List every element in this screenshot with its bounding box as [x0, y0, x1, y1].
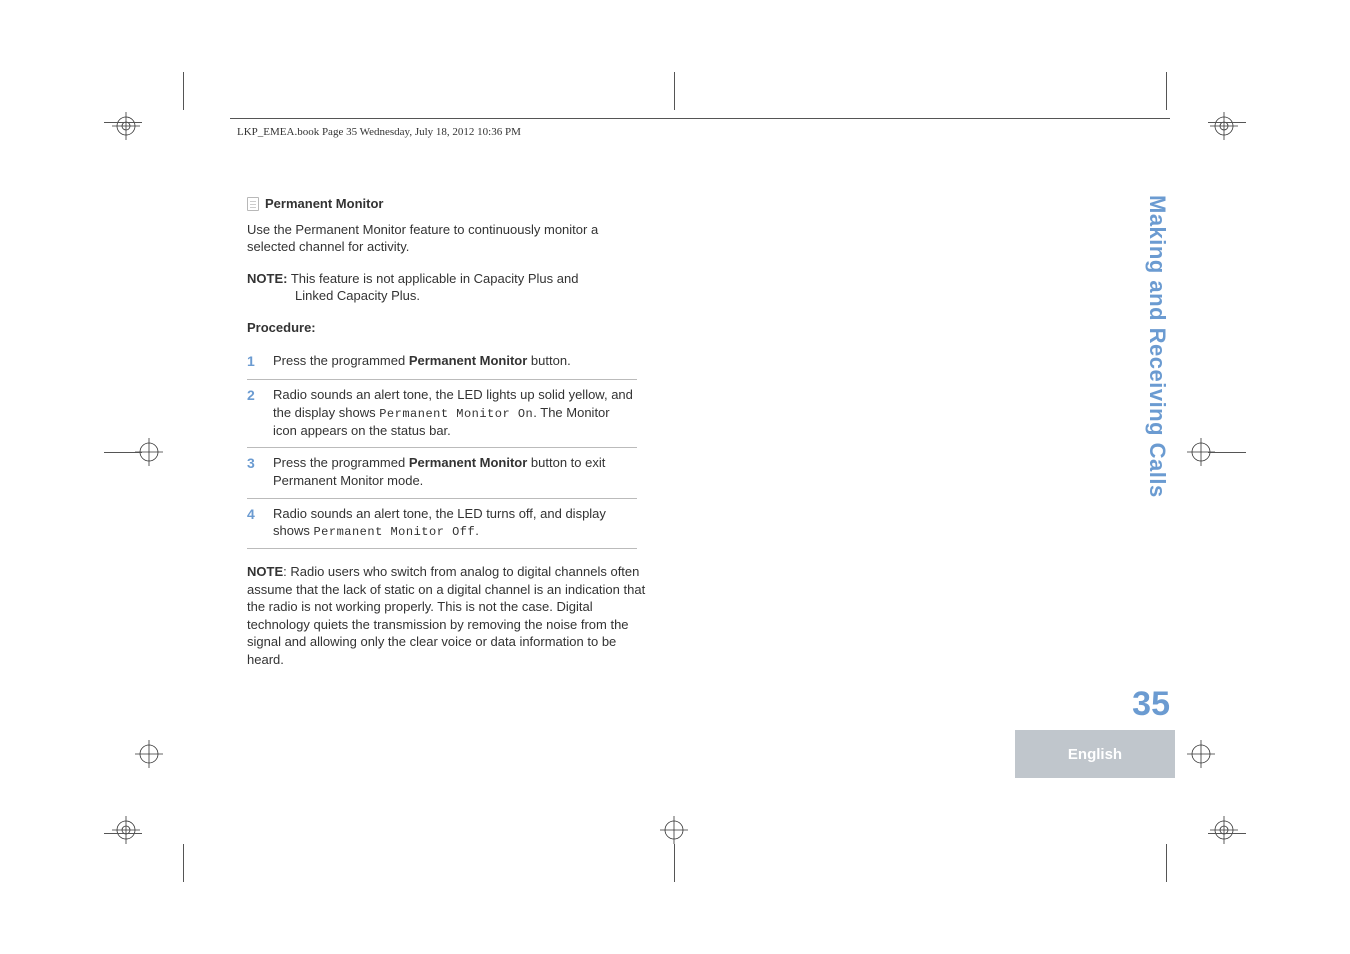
- registration-mark-icon: [1210, 816, 1238, 844]
- registration-mark-icon: [135, 740, 163, 768]
- section-title-row: Permanent Monitor: [247, 195, 647, 213]
- step-number: 2: [247, 386, 259, 439]
- registration-mark-icon: [1210, 112, 1238, 140]
- step-bold: Permanent Monitor: [409, 455, 527, 470]
- main-content: Permanent Monitor Use the Permanent Moni…: [247, 195, 647, 669]
- step-text: Press the programmed: [273, 353, 409, 368]
- step-bold: Permanent Monitor: [409, 353, 527, 368]
- note-block: NOTE: This feature is not applicable in …: [247, 270, 647, 305]
- crop-mark: [1208, 452, 1246, 453]
- crop-mark: [1166, 844, 1167, 882]
- section-title: Permanent Monitor: [265, 195, 383, 213]
- after-note-label: NOTE: [247, 564, 283, 579]
- step-body: Press the programmed Permanent Monitor b…: [273, 352, 637, 371]
- note-text-line2: Linked Capacity Plus.: [295, 287, 647, 305]
- crop-mark: [104, 122, 142, 123]
- step-body: Radio sounds an alert tone, the LED turn…: [273, 505, 637, 541]
- step-body: Radio sounds an alert tone, the LED ligh…: [273, 386, 637, 439]
- step-body: Press the programmed Permanent Monitor b…: [273, 454, 637, 489]
- registration-mark-icon: [1187, 740, 1215, 768]
- crop-mark: [104, 452, 142, 453]
- running-head: LKP_EMEA.book Page 35 Wednesday, July 18…: [237, 126, 521, 138]
- document-icon: [247, 197, 259, 211]
- registration-mark-icon: [660, 816, 688, 844]
- crop-mark: [674, 844, 675, 882]
- step-number: 4: [247, 505, 259, 541]
- after-note-text: : Radio users who switch from analog to …: [247, 564, 645, 667]
- crop-mark: [183, 844, 184, 882]
- step-lcd-text: Permanent Monitor On: [379, 407, 533, 421]
- language-block: English: [1015, 730, 1175, 778]
- procedure-step: 3 Press the programmed Permanent Monitor…: [247, 448, 637, 498]
- crop-mark: [183, 72, 184, 110]
- note-text-line1: This feature is not applicable in Capaci…: [291, 271, 579, 286]
- crop-mark: [104, 833, 142, 834]
- crop-mark: [1208, 833, 1246, 834]
- procedure-step: 1 Press the programmed Permanent Monitor…: [247, 346, 637, 380]
- procedure-label: Procedure:: [247, 319, 647, 337]
- crop-mark: [674, 72, 675, 110]
- procedure-step: 2 Radio sounds an alert tone, the LED li…: [247, 380, 637, 448]
- language-label: English: [1068, 746, 1122, 763]
- note-label: NOTE:: [247, 271, 287, 286]
- step-text: button.: [527, 353, 570, 368]
- intro-text: Use the Permanent Monitor feature to con…: [247, 221, 647, 256]
- procedure-step: 4 Radio sounds an alert tone, the LED tu…: [247, 499, 637, 550]
- crop-mark: [1208, 122, 1246, 123]
- crop-line: [230, 118, 1170, 119]
- step-text: Press the programmed: [273, 455, 409, 470]
- after-note: NOTE: Radio users who switch from analog…: [247, 563, 647, 668]
- crop-mark: [1166, 72, 1167, 110]
- step-lcd-text: Permanent Monitor Off: [313, 525, 475, 539]
- registration-mark-icon: [112, 816, 140, 844]
- step-text: .: [475, 523, 479, 538]
- chapter-title: Making and Receiving Calls: [1144, 195, 1170, 498]
- registration-mark-icon: [112, 112, 140, 140]
- step-number: 3: [247, 454, 259, 489]
- page-number: 35: [1132, 685, 1170, 724]
- step-number: 1: [247, 352, 259, 371]
